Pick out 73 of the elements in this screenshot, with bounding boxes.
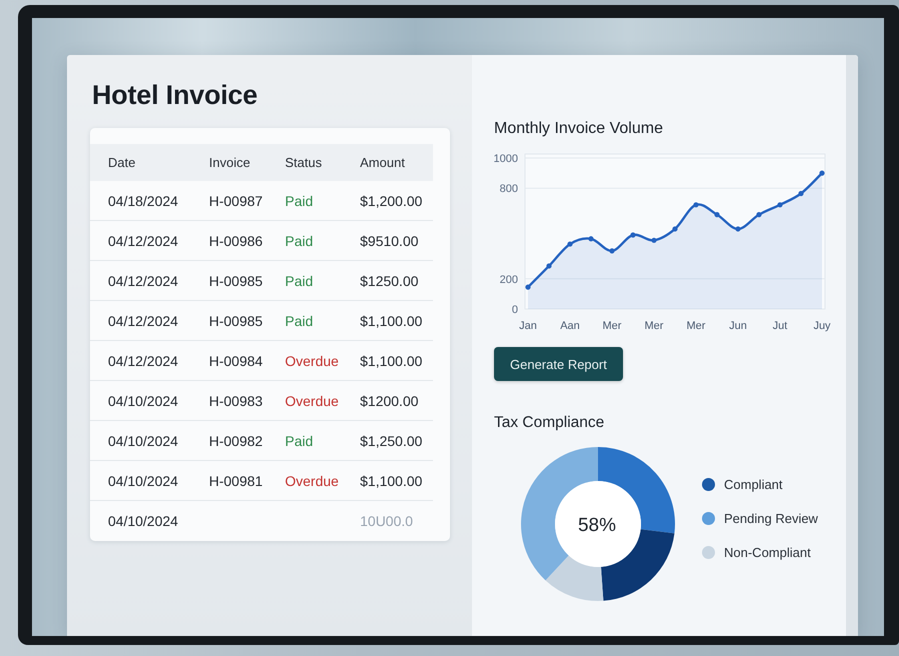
status-cell: Overdue xyxy=(285,352,339,368)
amount-cell: $1250.00 xyxy=(360,272,418,288)
x-axis-label: Aan xyxy=(560,320,580,332)
date-cell: 04/12/2024 xyxy=(108,272,178,288)
invoice-cell: H-00983 xyxy=(209,392,263,408)
date-cell: 04/12/2024 xyxy=(108,232,178,248)
y-axis-label: 200 xyxy=(500,274,518,286)
data-point xyxy=(735,226,741,232)
amount-cell: $1,200.00 xyxy=(360,192,422,208)
amount-cell: $1,100.00 xyxy=(360,312,422,328)
status-cell: Paid xyxy=(285,192,314,208)
invoice-cell: H-00981 xyxy=(209,472,263,488)
x-axis-label: Jan xyxy=(519,320,537,332)
amount-cell: $1,100.00 xyxy=(360,472,422,488)
amount-cell: $1,100.00 xyxy=(360,352,422,368)
date-cell: 04/10/2024 xyxy=(108,472,178,488)
amount-cell: 10U00.0 xyxy=(360,513,413,529)
data-point xyxy=(630,232,636,238)
invoice-cell: H-00984 xyxy=(209,352,263,368)
legend-label: Non-Compliant xyxy=(724,544,811,560)
column-header: Status xyxy=(285,155,323,170)
column-header: Amount xyxy=(360,155,406,170)
invoice-cell: H-00982 xyxy=(209,432,263,448)
data-point xyxy=(777,202,783,208)
y-axis-label: 800 xyxy=(500,183,518,196)
date-cell: 04/10/2024 xyxy=(108,513,178,529)
section-title: Tax Compliance xyxy=(494,413,606,433)
y-axis-label: 1000 xyxy=(494,153,518,165)
x-axis-label: Jun xyxy=(729,320,747,332)
date-cell: 04/12/2024 xyxy=(108,352,178,368)
x-axis-label: Mer xyxy=(602,320,622,332)
x-axis-label: Mer xyxy=(686,320,706,332)
amount-cell: $1,250.00 xyxy=(360,432,422,448)
y-axis-label: 0 xyxy=(512,304,518,316)
x-axis-label: Mer xyxy=(644,320,664,332)
generate-report-button[interactable]: Generate Report xyxy=(494,347,623,381)
chart-title: Monthly Invoice Volume xyxy=(494,119,664,139)
amount-cell: $9510.00 xyxy=(360,232,418,248)
data-point xyxy=(756,212,762,218)
percentage-label: 58% xyxy=(578,515,616,536)
invoice-cell: H-00986 xyxy=(209,232,263,248)
data-point xyxy=(567,241,573,247)
column-header: Invoice xyxy=(209,155,252,170)
date-cell: 04/10/2024 xyxy=(108,392,178,408)
data-point xyxy=(651,238,657,243)
data-point xyxy=(546,263,552,269)
amount-cell: $1200.00 xyxy=(360,392,418,408)
status-cell: Overdue xyxy=(285,472,339,488)
data-point xyxy=(798,190,804,196)
invoice-cell: H-00987 xyxy=(209,192,263,208)
data-point xyxy=(819,170,825,176)
status-cell: Paid xyxy=(285,312,314,328)
status-cell: Paid xyxy=(285,272,314,288)
data-point xyxy=(714,212,720,218)
legend-label: Pending Review xyxy=(724,510,818,526)
date-cell: 04/18/2024 xyxy=(108,192,178,208)
data-point xyxy=(672,226,678,232)
status-cell: Overdue xyxy=(285,392,339,408)
data-point xyxy=(609,248,615,254)
data-point xyxy=(693,202,699,208)
status-cell: Paid xyxy=(285,232,314,248)
status-cell: Paid xyxy=(285,432,314,448)
x-axis-label: Jut xyxy=(772,320,788,332)
x-axis-label: Juy xyxy=(813,320,831,332)
date-cell: 04/12/2024 xyxy=(108,312,178,328)
data-point xyxy=(525,284,531,290)
column-header: Date xyxy=(108,155,136,170)
legend-label: Compliant xyxy=(724,476,783,492)
data-point xyxy=(588,236,594,242)
page-title: Hotel Invoice xyxy=(92,79,258,111)
invoice-cell: H-00985 xyxy=(209,312,263,328)
date-cell: 04/10/2024 xyxy=(108,432,178,448)
invoice-cell: H-00985 xyxy=(209,272,263,288)
